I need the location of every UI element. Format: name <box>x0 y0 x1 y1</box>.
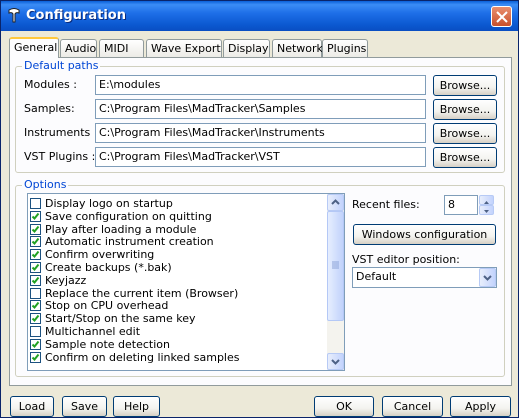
tab-general[interactable]: General <box>9 37 59 58</box>
scroll-up-button[interactable] <box>327 194 344 211</box>
option-label: Replace the current item (Browser) <box>45 286 239 300</box>
tab-display[interactable]: Display <box>223 39 270 57</box>
checkbox-checked[interactable] <box>30 274 41 286</box>
option-label: Confirm on deleting linked samples <box>45 350 240 364</box>
checkbox-checked[interactable] <box>30 236 41 248</box>
save-button[interactable]: Save <box>62 396 107 417</box>
option-label: Save configuration on quitting <box>45 209 212 223</box>
checkbox-checked[interactable] <box>30 300 41 312</box>
spin-down-button[interactable] <box>479 205 494 215</box>
recent-files-label: Recent files: <box>352 198 420 211</box>
option-label: Display logo on startup <box>45 197 173 210</box>
checkmark-icon <box>31 276 40 284</box>
close-button[interactable] <box>491 6 512 27</box>
configuration-dialog: Configuration General Audio MIDI Wave Ex… <box>0 0 519 418</box>
modules-label: Modules : <box>24 78 77 91</box>
checkbox-checked[interactable] <box>30 262 41 273</box>
option-label: Keyjazz <box>45 273 87 287</box>
vst-editor-position-select[interactable]: Default <box>352 267 497 288</box>
checkmark-icon <box>31 238 40 246</box>
close-icon <box>496 11 508 23</box>
dropdown-button[interactable] <box>479 268 496 287</box>
grip-icon <box>332 261 339 269</box>
checkmark-icon <box>31 251 40 259</box>
instruments-label: Instruments : <box>24 126 98 139</box>
option-label: Create backups (*.bak) <box>45 261 172 274</box>
scroll-thumb[interactable] <box>327 211 344 321</box>
checkmark-icon <box>31 315 40 323</box>
checkbox-unchecked[interactable] <box>30 287 41 299</box>
vst-editor-position-label: VST editor position: <box>352 253 460 266</box>
instruments-path-field[interactable]: C:\Program Files\MadTracker\Instruments <box>95 123 426 143</box>
option-label: Play after loading a module <box>45 222 197 236</box>
option-label: Stop on CPU overhead <box>45 299 169 313</box>
tab-audio[interactable]: Audio <box>60 39 97 57</box>
vst-plugins-browse-button[interactable]: Browse... <box>433 147 497 168</box>
chevron-down-icon <box>331 359 340 365</box>
modules-browse-button[interactable]: Browse... <box>433 75 497 96</box>
samples-path-field[interactable]: C:\Program Files\MadTracker\Samples <box>95 99 426 119</box>
recent-files-field[interactable]: 8 <box>444 195 478 215</box>
chevron-down-icon <box>483 275 492 281</box>
vst-editor-position-value: Default <box>356 270 397 283</box>
app-icon <box>8 8 20 23</box>
checkmark-icon <box>31 212 40 220</box>
checkbox-unchecked[interactable] <box>30 198 41 209</box>
title-bar[interactable]: Configuration <box>1 1 518 31</box>
cancel-button[interactable]: Cancel <box>382 396 443 417</box>
option-label: Start/Stop on the same key <box>45 312 196 326</box>
modules-path-field[interactable]: E:\modules <box>95 75 426 95</box>
vst-plugins-path-field[interactable]: C:\Program Files\MadTracker\VST <box>95 147 426 167</box>
apply-button[interactable]: Apply <box>450 396 511 417</box>
samples-browse-button[interactable]: Browse... <box>433 99 497 120</box>
scroll-down-button[interactable] <box>327 353 344 370</box>
help-button[interactable]: Help <box>113 396 160 417</box>
recent-files-spinner[interactable] <box>479 195 494 215</box>
spin-up-button[interactable] <box>479 195 494 205</box>
checkbox-checked[interactable] <box>30 210 41 222</box>
options-checklist[interactable]: Display logo on startup Save configuratio… <box>27 193 345 371</box>
tab-network[interactable]: Network <box>272 39 323 57</box>
vst-plugins-label: VST Plugins : <box>24 150 96 163</box>
checkbox-checked[interactable] <box>30 313 41 325</box>
checkmark-icon <box>31 302 40 310</box>
tab-midi[interactable]: MIDI <box>99 39 144 57</box>
checkbox-checked[interactable] <box>30 223 41 235</box>
checkbox-checked[interactable] <box>30 249 41 261</box>
checkmark-icon <box>31 340 40 348</box>
window-title: Configuration <box>26 8 126 23</box>
samples-label: Samples: <box>24 102 75 115</box>
checkmark-icon <box>31 353 40 361</box>
option-label: Multichannel edit <box>45 325 141 338</box>
ok-button[interactable]: OK <box>314 396 374 417</box>
load-button[interactable]: Load <box>10 396 54 417</box>
options-legend: Options <box>22 178 69 191</box>
tab-plugins[interactable]: Plugins <box>322 39 368 57</box>
windows-configuration-button[interactable]: Windows configuration <box>353 224 496 245</box>
option-label: Automatic instrument creation <box>45 235 214 249</box>
checkmark-icon <box>31 263 40 271</box>
default-paths-legend: Default paths <box>22 59 101 72</box>
arrow-down-icon <box>484 210 489 213</box>
tab-wave-export[interactable]: Wave Export <box>146 39 222 57</box>
option-label: Sample note detection <box>45 337 170 351</box>
chevron-up-icon <box>331 199 340 205</box>
checkbox-checked[interactable] <box>30 338 41 350</box>
checkmark-icon <box>31 225 40 233</box>
checkbox-unchecked[interactable] <box>30 326 41 337</box>
options-scrollbar[interactable] <box>327 194 344 370</box>
option-label: Confirm overwriting <box>45 248 155 262</box>
instruments-browse-button[interactable]: Browse... <box>433 123 497 144</box>
checkbox-checked[interactable] <box>30 351 41 363</box>
